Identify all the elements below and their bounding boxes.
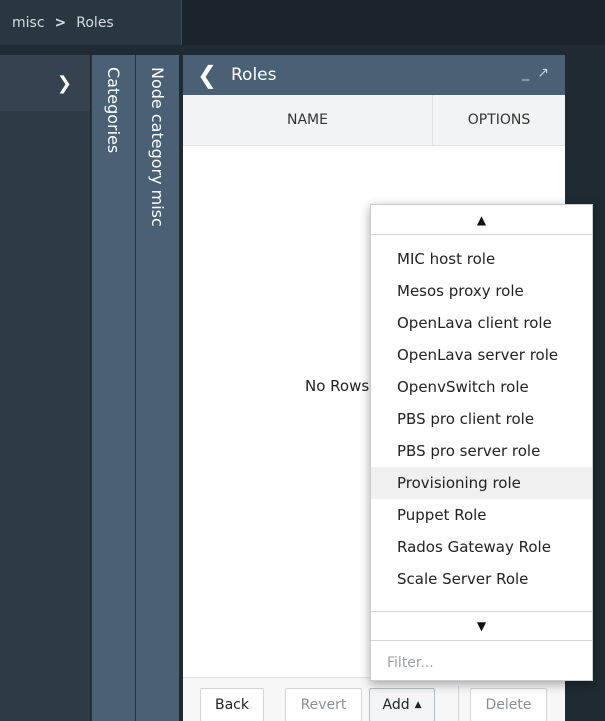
dropdown-item[interactable]: OpenvSwitch role [371, 371, 592, 403]
window-controls: _ ↗ [522, 65, 549, 81]
panel-footer: Back Revert Add ▲ Delete [183, 677, 565, 721]
footer-divider [458, 686, 459, 721]
breadcrumb-item-misc[interactable]: misc [12, 15, 45, 31]
minimize-icon[interactable]: _ [522, 65, 529, 81]
dropdown-list: MIC host role Mesos proxy role OpenLava … [371, 243, 592, 595]
panel-header: ❮ Roles _ ↗ [183, 55, 565, 95]
column-header-name[interactable]: NAME [183, 95, 433, 145]
caret-down-icon: ▼ [476, 619, 487, 633]
column-header-options[interactable]: OPTIONS [433, 95, 565, 145]
table-header: NAME OPTIONS [183, 95, 565, 146]
tab-node-category-label: Node category misc [148, 67, 167, 227]
panel-back-button[interactable]: ❮ [183, 55, 231, 95]
breadcrumb-item-roles[interactable]: Roles [76, 15, 113, 31]
empty-table-message: No Rows [305, 377, 370, 395]
add-button-label: Add [382, 697, 410, 713]
dropdown-item[interactable]: PBS pro client role [371, 403, 592, 435]
tab-categories[interactable]: Categories [91, 55, 135, 721]
revert-button[interactable]: Revert [285, 688, 362, 721]
expand-icon[interactable]: ↗ [537, 65, 549, 81]
top-bar: misc > Roles [0, 0, 605, 45]
dropdown-item[interactable]: Rados Gateway Role [371, 531, 592, 563]
caret-up-icon: ▲ [414, 700, 422, 710]
dropdown-item[interactable]: Puppet Role [371, 499, 592, 531]
sidebar-expand-button[interactable]: ❯ [0, 55, 90, 111]
dropdown-item[interactable]: Scale Server Role [371, 563, 592, 595]
back-button[interactable]: Back [200, 688, 264, 721]
chevron-right-icon: ❯ [56, 72, 72, 94]
dropdown-item[interactable]: Mesos proxy role [371, 275, 592, 307]
dropdown-scroll-down-button[interactable]: ▼ [371, 611, 592, 641]
add-role-dropdown: ▲ MIC host role Mesos proxy role OpenLav… [370, 204, 593, 681]
breadcrumb-separator-icon: > [54, 14, 67, 31]
chevron-left-icon: ❮ [196, 61, 218, 89]
dropdown-item[interactable]: OpenLava client role [371, 307, 592, 339]
dropdown-item[interactable]: MIC host role [371, 243, 592, 275]
panel-title: Roles [231, 65, 277, 85]
dropdown-scroll-up-button[interactable]: ▲ [371, 205, 592, 235]
tab-categories-label: Categories [104, 67, 123, 154]
delete-button[interactable]: Delete [470, 688, 547, 721]
tab-node-category-misc[interactable]: Node category misc [135, 55, 179, 721]
breadcrumb: misc > Roles [0, 0, 182, 45]
left-sidebar: ❯ [0, 55, 90, 721]
dropdown-item[interactable]: PBS pro server role [371, 435, 592, 467]
caret-up-icon: ▲ [476, 212, 487, 227]
dropdown-item-hovered[interactable]: Provisioning role [371, 467, 592, 499]
add-button[interactable]: Add ▲ [369, 688, 435, 721]
dropdown-item[interactable]: OpenLava server role [371, 339, 592, 371]
dropdown-filter-input[interactable] [371, 645, 592, 680]
